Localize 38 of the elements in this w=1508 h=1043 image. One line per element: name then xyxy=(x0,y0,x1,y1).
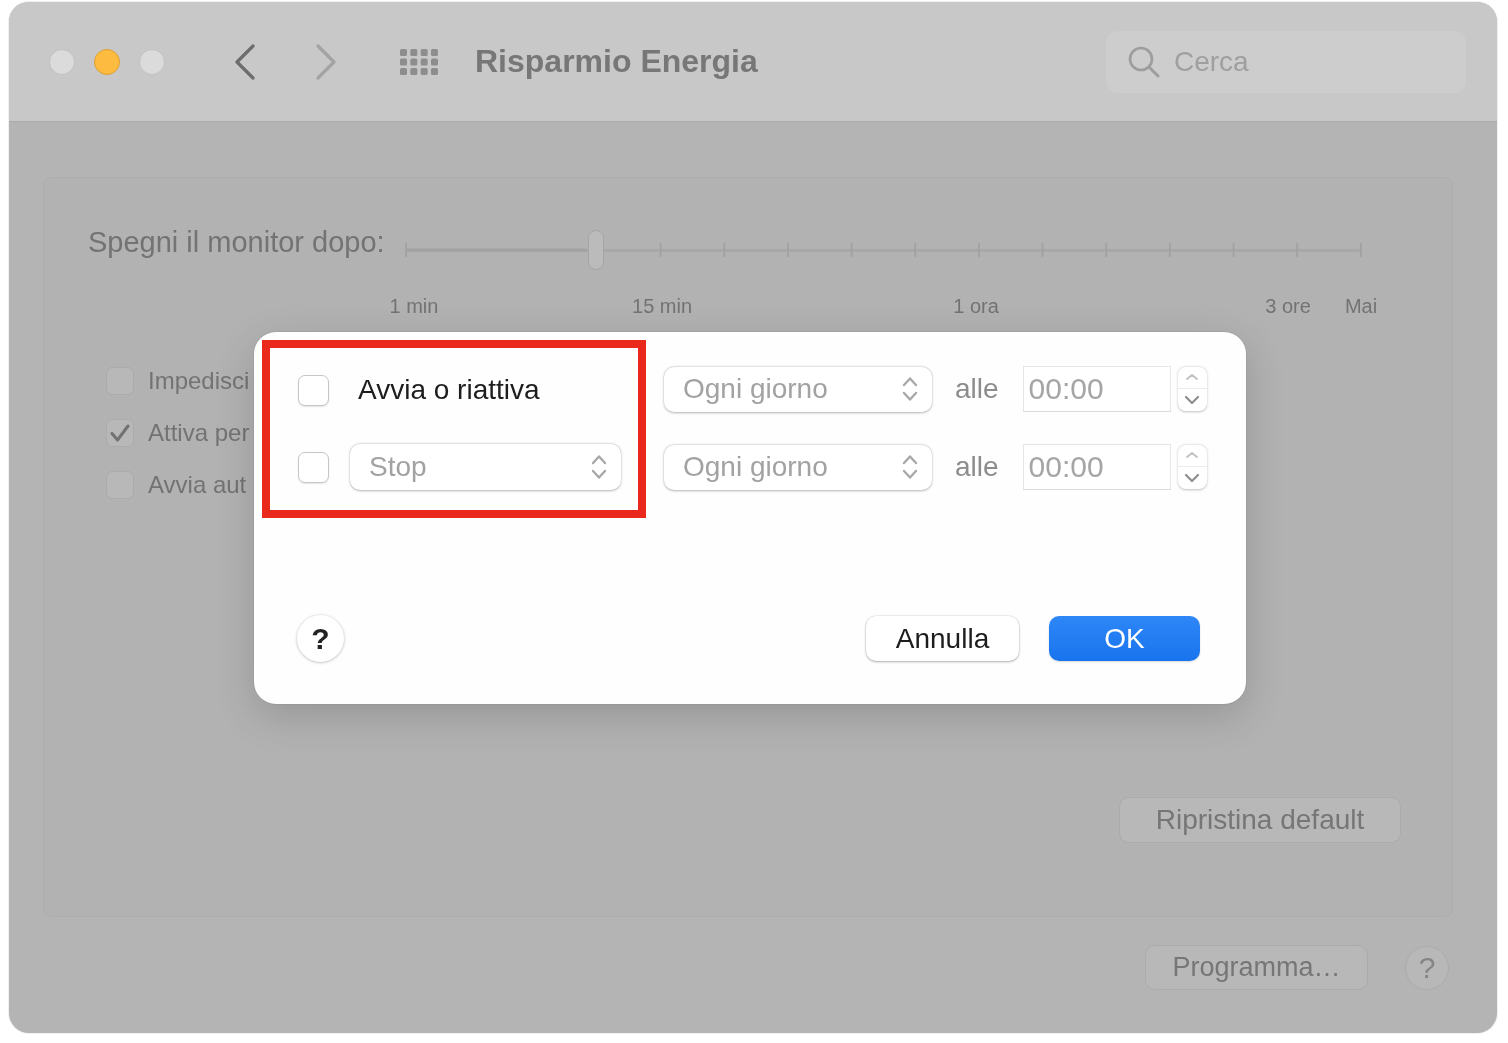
cancel-button[interactable]: Annulla xyxy=(866,616,1019,661)
help-button[interactable]: ? xyxy=(1405,945,1449,990)
schedule-button[interactable]: Programma… xyxy=(1145,945,1368,990)
checkmark-icon xyxy=(110,424,130,442)
window-title: Risparmio Energia xyxy=(475,43,758,80)
stepper[interactable] xyxy=(1177,367,1207,411)
chevron-left-icon[interactable] xyxy=(235,43,255,80)
up-down-chevron-icon xyxy=(591,454,607,480)
chevron-down-icon xyxy=(1184,394,1201,405)
zoom-button[interactable] xyxy=(139,48,165,75)
tick-label: 1 min xyxy=(389,294,439,318)
tick-label: 3 ore xyxy=(1265,294,1311,318)
at-label: alle xyxy=(955,373,999,405)
up-down-chevron-icon xyxy=(902,454,918,480)
chevron-right-icon[interactable] xyxy=(316,43,336,80)
checkbox-label: Avvia aut xyxy=(148,471,247,499)
chevron-down-icon xyxy=(1184,472,1201,483)
checkbox-label: Attiva per xyxy=(148,419,250,447)
tick-label: 15 min xyxy=(632,294,693,318)
grid-icon[interactable] xyxy=(400,48,438,75)
chevron-up-icon xyxy=(1185,373,1200,382)
tick-label: Mai xyxy=(1344,294,1378,318)
up-down-chevron-icon xyxy=(902,376,918,402)
slider-knob[interactable] xyxy=(588,230,605,270)
tick-label: 1 ora xyxy=(953,294,999,318)
slider-label: Spegni il monitor dopo: xyxy=(88,225,386,259)
stepper[interactable] xyxy=(1177,445,1207,489)
restore-defaults-button[interactable]: Ripristina default xyxy=(1119,797,1401,843)
checkbox-label: Avvia o riattiva xyxy=(358,374,540,406)
ok-button[interactable]: OK xyxy=(1049,616,1200,661)
help-button[interactable]: ? xyxy=(297,615,344,662)
close-button[interactable] xyxy=(49,48,75,75)
chevron-up-icon xyxy=(1185,451,1200,460)
checkbox-label: Impedisci xyxy=(148,367,250,395)
at-label: alle xyxy=(955,451,999,483)
checkbox[interactable] xyxy=(106,419,134,447)
search-icon xyxy=(1128,45,1160,78)
minimize-button[interactable] xyxy=(94,48,120,75)
